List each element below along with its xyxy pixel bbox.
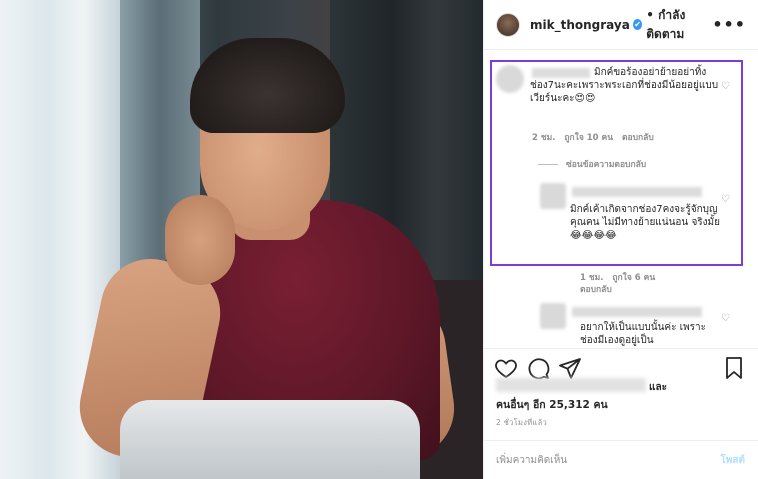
like-heart-icon[interactable]: ♡: [721, 313, 730, 324]
blurred-username: [572, 187, 702, 197]
blurred-username: [572, 307, 702, 317]
blurred-avatar: [540, 183, 566, 209]
post-side-panel: mik_thongraya ✔ • กำลังติดตาม ••• มิกค์ข…: [483, 0, 758, 479]
blurred-avatar: [496, 65, 524, 93]
blurred-avatar: [540, 303, 566, 329]
comment-likes[interactable]: ถูกใจ 10 คน: [564, 133, 613, 143]
add-comment-bar: เพิ่มความคิดเห็น โพสต์: [484, 440, 758, 479]
separator: •: [646, 7, 654, 22]
post-button[interactable]: โพสต์: [720, 453, 745, 468]
avatar[interactable]: [496, 12, 520, 37]
likes-and: และ: [649, 382, 667, 393]
like-heart-icon[interactable]: ♡: [721, 81, 730, 92]
hair: [190, 38, 345, 133]
follow-status[interactable]: • กำลังติดตาม: [646, 6, 712, 44]
blurred-liker-names: [496, 378, 646, 392]
reply-button[interactable]: ตอบกลับ: [622, 133, 654, 143]
comment-time: 1 ชม.: [580, 273, 604, 283]
share-icon[interactable]: [558, 356, 582, 380]
white-shorts: [120, 400, 420, 479]
reply-button[interactable]: ตอบกลับ: [580, 285, 612, 295]
hide-replies-label: ซ่อนข้อความตอบกลับ: [566, 160, 647, 170]
add-comment-input[interactable]: เพิ่มความคิดเห็น: [496, 453, 567, 468]
post-photo: [0, 0, 483, 479]
likes-count[interactable]: คนอื่นๆ อีก 25,312 คน: [496, 396, 608, 413]
comment-text: อยากให้เป็นแบบนั้นค่ะ เพราะช่องมีเองดูอย…: [580, 322, 707, 346]
more-options-icon[interactable]: •••: [712, 15, 746, 34]
comment-likes[interactable]: ถูกใจ 6 คน: [612, 273, 655, 283]
username-link[interactable]: mik_thongraya: [530, 18, 630, 32]
bookmark-icon[interactable]: [722, 356, 746, 380]
hand-on-chin: [165, 195, 235, 285]
comment-time: 2 ชม.: [532, 133, 556, 143]
comment-meta: 2 ชม. ถูกใจ 10 คน ตอบกลับ: [532, 130, 654, 144]
comment-meta: 1 ชม. ถูกใจ 6 คน ตอบกลับ: [580, 272, 690, 296]
post-header: mik_thongraya ✔ • กำลังติดตาม •••: [484, 0, 758, 50]
divider: [538, 164, 558, 165]
comment-text: มิกค์เค้าเกิดจากช่อง7คงจะรู้จักบุญคุณคน …: [570, 204, 721, 241]
comments-list[interactable]: มิกค์ขอร้องอย่าย้ายอย่าทิ้งช่อง7นะคะเพรา…: [484, 51, 758, 347]
comment-text: มิกค์ขอร้องอย่าย้ายอย่าทิ้งช่อง7นะคะเพรา…: [530, 67, 719, 104]
post-timestamp: 2 ชั่วโมงที่แล้ว: [496, 418, 547, 427]
like-heart-icon[interactable]: [494, 356, 518, 380]
like-heart-icon[interactable]: ♡: [721, 194, 730, 205]
comment-icon[interactable]: [526, 356, 550, 380]
hide-replies-button[interactable]: ซ่อนข้อความตอบกลับ: [538, 157, 646, 171]
verified-icon: ✔: [632, 19, 643, 30]
